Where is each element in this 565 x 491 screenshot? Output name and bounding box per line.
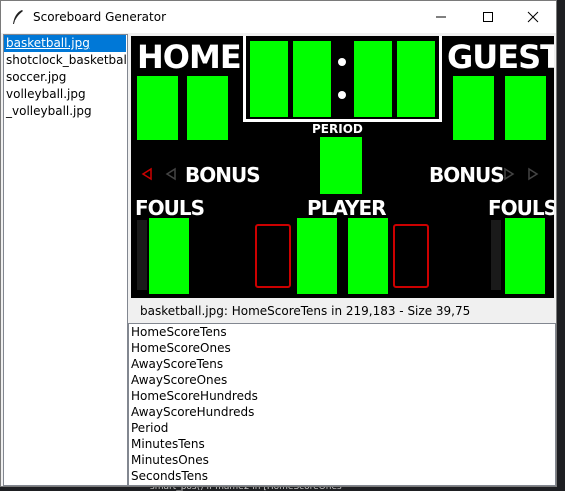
scoreboard-image[interactable]: HOME GUEST PERIOD BONUS BONUS FOULS PLAY… [131,36,554,298]
field-item[interactable]: MinutesOnes [129,452,555,468]
away-fouls [505,218,545,294]
player-digit-dim-2 [393,224,429,288]
fouls-left-label: FOULS [135,196,205,220]
clock-colon-bottom [338,91,346,99]
bonus-arrow-icon [141,167,176,181]
window-title: Scoreboard Generator [33,10,167,24]
guest-label: GUEST [447,38,554,76]
seconds-ones [397,41,435,117]
player-tens [297,218,337,294]
field-item[interactable]: AwayScoreOnes [129,372,555,388]
field-item[interactable]: AwayScoreTens [129,356,555,372]
player-ones [348,218,388,294]
fouls-right-dim-digit [491,220,501,290]
home-score-tens [137,76,178,140]
file-item[interactable]: volleyball.jpg [4,86,127,103]
status-bar: basketball.jpg: HomeScoreTens in 219,183… [140,304,471,318]
file-item[interactable]: _volleyball.jpg [4,103,127,120]
close-icon [527,11,539,23]
home-fouls [149,218,189,294]
maximize-icon [483,12,493,22]
fouls-left-dim-digit [137,220,147,290]
file-item[interactable]: basketball.jpg [4,35,126,52]
field-item[interactable]: HomeScoreOnes [129,340,555,356]
file-item[interactable]: soccer.jpg [4,69,127,86]
away-score-ones [505,76,546,140]
field-list[interactable]: HomeScoreTens HomeScoreOnes AwayScoreTen… [128,323,556,486]
app-window: Scoreboard Generator basketball.jpg shot… [0,0,557,487]
minimize-button[interactable] [418,1,464,33]
field-item[interactable]: SecondsTens [129,468,555,484]
bonus-arrow-right-icon [504,167,539,181]
minutes-ones [293,41,331,117]
period-digit [320,137,362,194]
field-item[interactable]: MinutesTens [129,436,555,452]
bonus-left-label: BONUS [185,163,261,187]
field-item[interactable]: HomeScoreTens [129,324,555,340]
away-score-tens [453,76,494,140]
bonus-right-label: BONUS [429,163,505,187]
feather-icon [13,10,23,24]
player-digit-dim-1 [255,224,291,288]
clock-colon-top [338,58,346,66]
home-score-ones [187,76,228,140]
maximize-button[interactable] [465,1,511,33]
period-label: PERIOD [312,122,363,136]
field-item[interactable]: AwayScoreHundreds [129,404,555,420]
player-label: PLAYER [307,196,387,220]
fouls-right-label: FOULS [488,196,554,220]
seconds-tens [354,41,392,117]
file-list[interactable]: basketball.jpg shotclock_basketball.jpg … [3,34,128,486]
minimize-icon [436,16,446,18]
field-item[interactable]: Period [129,420,555,436]
field-item[interactable]: HomeScoreHundreds [129,388,555,404]
title-bar[interactable]: Scoreboard Generator [1,1,556,33]
minutes-tens [250,41,288,117]
close-button[interactable] [510,1,556,33]
home-label: HOME [137,38,242,76]
file-item[interactable]: shotclock_basketball.jpg [4,52,127,69]
